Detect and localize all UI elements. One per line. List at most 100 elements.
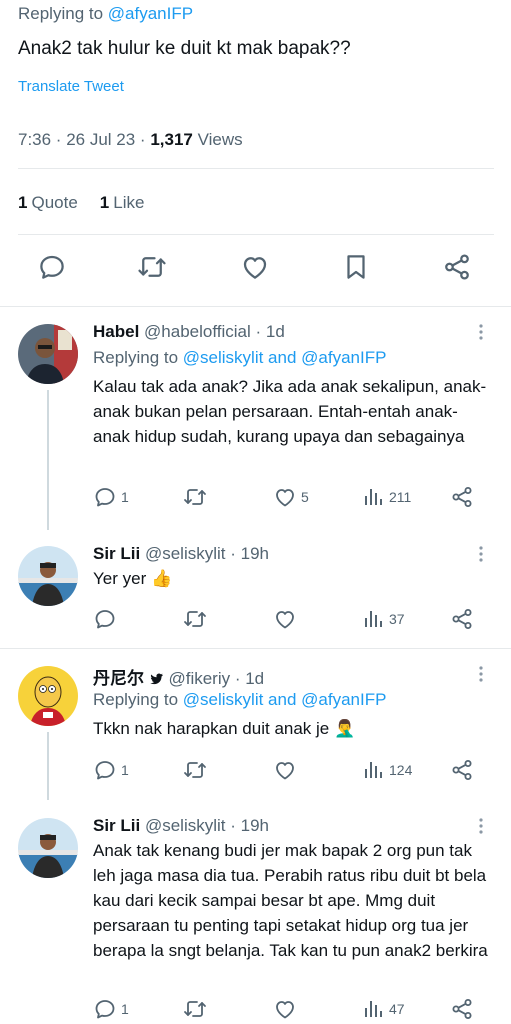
view-count: 37 bbox=[389, 611, 405, 627]
tweet-stats: 1 Quote 1 Like bbox=[18, 193, 144, 213]
avatar[interactable] bbox=[18, 546, 78, 606]
like-count: 1 bbox=[99, 193, 110, 212]
like-icon bbox=[276, 489, 294, 507]
replying-to: Replying to @seliskylit and @afyanIFP bbox=[93, 690, 386, 710]
reply-button[interactable] bbox=[93, 606, 121, 632]
thread-line bbox=[47, 390, 49, 530]
reply-icon bbox=[95, 610, 115, 629]
replying-handles-link[interactable]: @seliskylit and @afyanIFP bbox=[183, 348, 387, 367]
handle-time[interactable]: @seliskylit · 19h bbox=[145, 544, 269, 563]
views-count: 1,317 bbox=[150, 130, 193, 149]
bird-icon bbox=[149, 669, 164, 688]
views-button[interactable]: 47 bbox=[361, 996, 405, 1022]
more-options-icon[interactable] bbox=[476, 817, 486, 835]
share-button[interactable] bbox=[450, 606, 474, 632]
reply-action-bar: 1 124 bbox=[93, 757, 493, 783]
avatar[interactable] bbox=[18, 324, 78, 384]
like-label: Like bbox=[113, 193, 145, 212]
reply-tweet[interactable]: Sir Lii @seliskylit · 19h Yer yer 👍 37 bbox=[0, 530, 511, 648]
bookmark-icon[interactable] bbox=[341, 252, 371, 282]
like-icon[interactable] bbox=[240, 252, 270, 282]
main-tweet: Replying to @afyanIFP Anak2 tak hulur ke… bbox=[0, 0, 511, 306]
reply-action-bar: 1 47 bbox=[93, 996, 493, 1022]
likes-link[interactable]: 1 Like bbox=[100, 193, 145, 212]
reply-tweet[interactable]: Habel @habelofficial · 1d Replying to @s… bbox=[0, 306, 511, 530]
like-button[interactable] bbox=[273, 757, 301, 783]
retweet-button[interactable] bbox=[183, 484, 211, 510]
display-name[interactable]: Sir Lii bbox=[93, 816, 140, 835]
like-button[interactable] bbox=[273, 606, 301, 632]
quotes-link[interactable]: 1 Quote bbox=[18, 193, 78, 212]
reply-text: Yer yer 👍 bbox=[93, 569, 173, 588]
share-button[interactable] bbox=[450, 996, 474, 1022]
replying-to: Replying to @seliskylit and @afyanIFP bbox=[93, 348, 386, 368]
views-icon bbox=[365, 1001, 382, 1017]
reply-action-bar: 1 5 211 bbox=[93, 484, 493, 510]
reply-text: Tkkn nak harapkan duit anak je 🤦‍♂️ bbox=[93, 719, 356, 738]
views-icon bbox=[365, 489, 382, 505]
thread-line bbox=[47, 732, 49, 800]
reply-header: 丹尼尔 @fikeriy · 1d bbox=[93, 664, 264, 689]
avatar[interactable] bbox=[18, 666, 78, 726]
retweet-button[interactable] bbox=[183, 757, 211, 783]
like-icon bbox=[276, 762, 294, 780]
retweet-button[interactable] bbox=[183, 996, 211, 1022]
reply-header: Habel @habelofficial · 1d bbox=[93, 322, 285, 342]
share-button[interactable] bbox=[450, 484, 474, 510]
reply-tweet[interactable]: Sir Lii @seliskylit · 19h Anak tak kenan… bbox=[0, 800, 511, 1024]
reply-count: 1 bbox=[121, 1001, 129, 1017]
main-tweet-text: Anak2 tak hulur ke duit kt mak bapak?? bbox=[18, 38, 351, 59]
share-button[interactable] bbox=[450, 757, 474, 783]
retweet-icon bbox=[184, 611, 206, 627]
handle-time[interactable]: @fikeriy · 1d bbox=[168, 669, 264, 688]
share-icon[interactable] bbox=[442, 252, 472, 282]
handle-time[interactable]: @seliskylit · 19h bbox=[145, 816, 269, 835]
reply-icon[interactable] bbox=[37, 252, 67, 282]
reply-action-bar: 37 bbox=[93, 606, 493, 632]
like-icon bbox=[276, 611, 294, 629]
like-button[interactable]: 5 bbox=[273, 484, 309, 510]
replying-handles-link[interactable]: @seliskylit and @afyanIFP bbox=[183, 690, 387, 709]
tweet-timestamp[interactable]: 7:36 · 26 Jul 23 · bbox=[18, 130, 150, 149]
replying-prefix: Replying to bbox=[18, 4, 108, 23]
replying-prefix: Replying to bbox=[93, 690, 183, 709]
retweet-button[interactable] bbox=[183, 606, 211, 632]
divider bbox=[18, 234, 494, 235]
reply-button[interactable]: 1 bbox=[93, 757, 129, 783]
tweet-meta: 7:36 · 26 Jul 23 · 1,317 Views bbox=[18, 130, 243, 150]
retweet-icon bbox=[184, 762, 206, 778]
display-name[interactable]: Habel bbox=[93, 322, 139, 341]
share-icon bbox=[452, 760, 472, 780]
view-count: 47 bbox=[389, 1001, 405, 1017]
views-icon bbox=[365, 611, 382, 627]
views-button[interactable]: 37 bbox=[361, 606, 405, 632]
quote-count: 1 bbox=[18, 193, 28, 212]
view-count: 124 bbox=[389, 762, 413, 778]
reply-count: 1 bbox=[121, 762, 129, 778]
like-button[interactable] bbox=[273, 996, 301, 1022]
reply-icon bbox=[95, 488, 115, 507]
like-icon bbox=[276, 1001, 294, 1019]
replying-prefix: Replying to bbox=[93, 348, 183, 367]
handle-time[interactable]: @habelofficial · 1d bbox=[144, 322, 285, 341]
reply-icon bbox=[95, 1000, 115, 1019]
views-button[interactable]: 124 bbox=[361, 757, 412, 783]
display-name[interactable]: 丹尼尔 bbox=[93, 669, 144, 688]
more-options-icon[interactable] bbox=[476, 323, 486, 341]
avatar[interactable] bbox=[18, 818, 78, 878]
replying-handle-link[interactable]: @afyanIFP bbox=[108, 4, 193, 23]
more-options-icon[interactable] bbox=[476, 545, 486, 563]
more-options-icon[interactable] bbox=[476, 665, 486, 683]
reply-tweet[interactable]: 丹尼尔 @fikeriy · 1d Replying to @seliskyli… bbox=[0, 648, 511, 800]
retweet-icon[interactable] bbox=[137, 252, 167, 282]
reply-header: Sir Lii @seliskylit · 19h bbox=[93, 544, 269, 564]
views-button[interactable]: 211 bbox=[361, 484, 411, 510]
reply-button[interactable]: 1 bbox=[93, 484, 129, 510]
display-name[interactable]: Sir Lii bbox=[93, 544, 140, 563]
retweet-icon bbox=[184, 489, 206, 505]
reply-button[interactable]: 1 bbox=[93, 996, 129, 1022]
translate-tweet-link[interactable]: Translate Tweet bbox=[18, 78, 124, 95]
divider bbox=[18, 168, 494, 169]
views-label: Views bbox=[192, 130, 243, 149]
reply-icon bbox=[95, 761, 115, 780]
